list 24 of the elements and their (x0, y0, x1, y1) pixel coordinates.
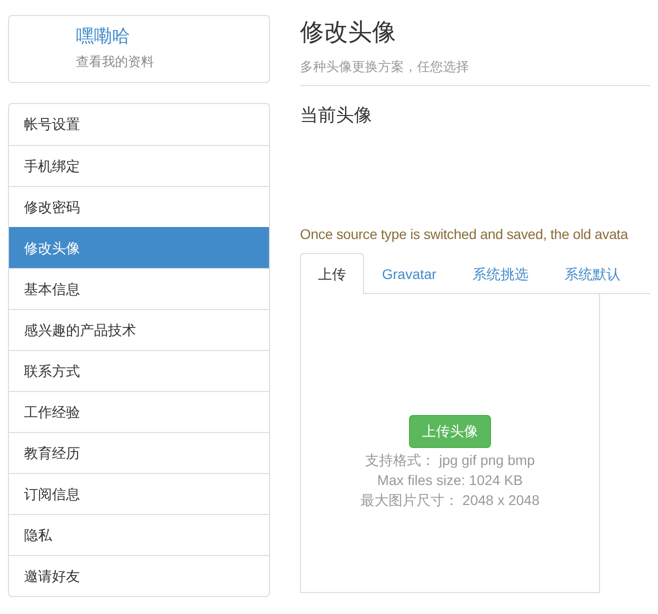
menu-item[interactable]: 隐私 (9, 514, 269, 555)
tab[interactable]: 系统默认 (546, 253, 638, 294)
page-title: 修改头像 (300, 18, 397, 48)
profile-name-link[interactable]: 嘿嘞哈 (76, 24, 130, 48)
menu-item[interactable]: 工作经验 (9, 391, 269, 432)
menu-item[interactable]: 帐号设置 (9, 104, 269, 145)
tab[interactable]: 系统挑选 (454, 253, 546, 294)
tab[interactable]: 上传 (300, 253, 364, 294)
menu-item[interactable]: 邀请好友 (9, 555, 269, 596)
menu-item[interactable]: 修改头像 (9, 227, 269, 268)
menu-item[interactable]: 基本信息 (9, 268, 269, 309)
tab[interactable]: Gravatar (364, 253, 454, 294)
menu-item[interactable]: 手机绑定 (9, 145, 269, 186)
menu-item[interactable]: 感兴趣的产品技术 (9, 309, 269, 350)
section-heading: 当前头像 (300, 104, 373, 127)
menu-item[interactable]: 订阅信息 (9, 473, 269, 514)
page-subtitle: 多种头像更换方案，任您选择 (300, 58, 470, 76)
menu-item[interactable]: 教育经历 (9, 432, 269, 473)
view-profile-link[interactable]: 查看我的资料 (76, 53, 154, 71)
warning-text: Once source type is switched and saved, the old avata (300, 226, 630, 242)
upload-info-text: 最大图片尺寸： 2048 x 2048 (360, 491, 540, 510)
upload-info-text: 支持格式： jpg gif png bmp (365, 451, 535, 470)
menu-item[interactable]: 联系方式 (9, 350, 269, 391)
upload-info-text: Max files size: 1024 KB (377, 471, 523, 490)
